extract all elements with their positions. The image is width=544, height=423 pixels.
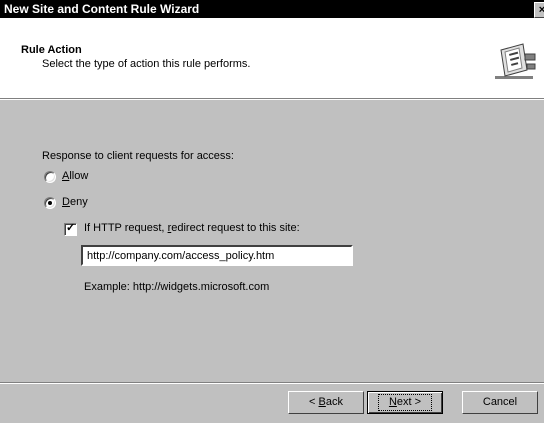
allow-label[interactable]: Allow (62, 170, 88, 182)
focus-ring: Next > (377, 394, 433, 411)
wizard-header: Rule Action Select the type of action th… (0, 18, 544, 99)
wizard-document-icon (495, 43, 536, 79)
cancel-button[interactable]: Cancel (462, 391, 538, 414)
redirect-label[interactable]: If HTTP request, redirect request to thi… (84, 222, 300, 234)
allow-radio[interactable] (44, 171, 56, 183)
page-subtitle: Select the type of action this rule perf… (42, 58, 251, 70)
page-title: Rule Action (21, 44, 82, 56)
back-button[interactable]: < Back (288, 391, 364, 414)
radio-selected-dot (48, 201, 52, 205)
deny-label[interactable]: Deny (62, 196, 88, 208)
checkmark-icon: ✓ (66, 222, 76, 234)
title-bar: New Site and Content Rule Wizard × (0, 0, 544, 18)
example-text: Example: http://widgets.microsoft.com (84, 281, 270, 293)
close-button[interactable]: × (534, 2, 544, 18)
window-title: New Site and Content Rule Wizard (4, 2, 200, 16)
deny-radio[interactable] (44, 197, 56, 209)
redirect-checkbox[interactable]: ✓ (64, 222, 77, 236)
next-button[interactable]: Next > (367, 391, 443, 414)
header-divider (0, 99, 544, 100)
redirect-url-input[interactable] (81, 245, 353, 266)
access-response-label: Response to client requests for access: (42, 150, 234, 162)
